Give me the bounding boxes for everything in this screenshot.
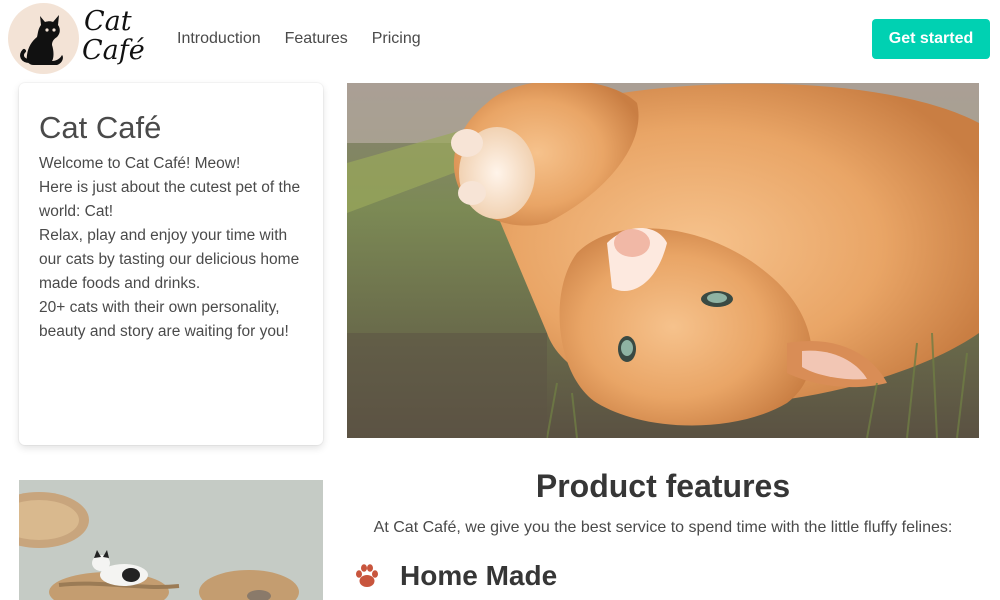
intro-line-1: Welcome to Cat Café! Meow!	[39, 155, 241, 172]
cat-shelf-photo	[19, 480, 323, 600]
brand-line-1: Cat	[84, 6, 132, 37]
features-subtitle: At Cat Café, we give you the best servic…	[373, 519, 953, 536]
feature-title: Home Made	[400, 560, 558, 591]
intro-line-3: Relax, play and enjoy your time with our…	[39, 227, 300, 292]
brand-logo[interactable]: Cat Café	[8, 3, 158, 75]
nav-pricing[interactable]: Pricing	[372, 30, 421, 48]
paw-icon	[356, 564, 378, 587]
nav-introduction[interactable]: Introduction	[177, 30, 261, 48]
features-title: Product features	[535, 468, 791, 504]
brand-wordmark: Cat Café	[82, 6, 145, 66]
nav-features[interactable]: Features	[285, 30, 348, 48]
intro-line-2: Here is just about the cutest pet of the…	[39, 179, 301, 220]
main-nav: Introduction Features Pricing	[177, 30, 445, 48]
brand-line-2: Café	[82, 35, 145, 66]
cat-silhouette-icon	[8, 3, 79, 74]
hero-cat-photo	[347, 83, 979, 438]
intro-card: Cat Café Welcome to Cat Café! Meow! Here…	[19, 83, 323, 445]
get-started-button[interactable]: Get started	[872, 19, 990, 59]
feature-item-home-made: Home Made	[353, 558, 557, 594]
site-header: Cat Café Introduction Features Pricing G…	[0, 0, 1000, 78]
intro-line-4: 20+ cats with their own personality, bea…	[39, 299, 289, 340]
intro-title: Cat Café	[39, 110, 162, 145]
